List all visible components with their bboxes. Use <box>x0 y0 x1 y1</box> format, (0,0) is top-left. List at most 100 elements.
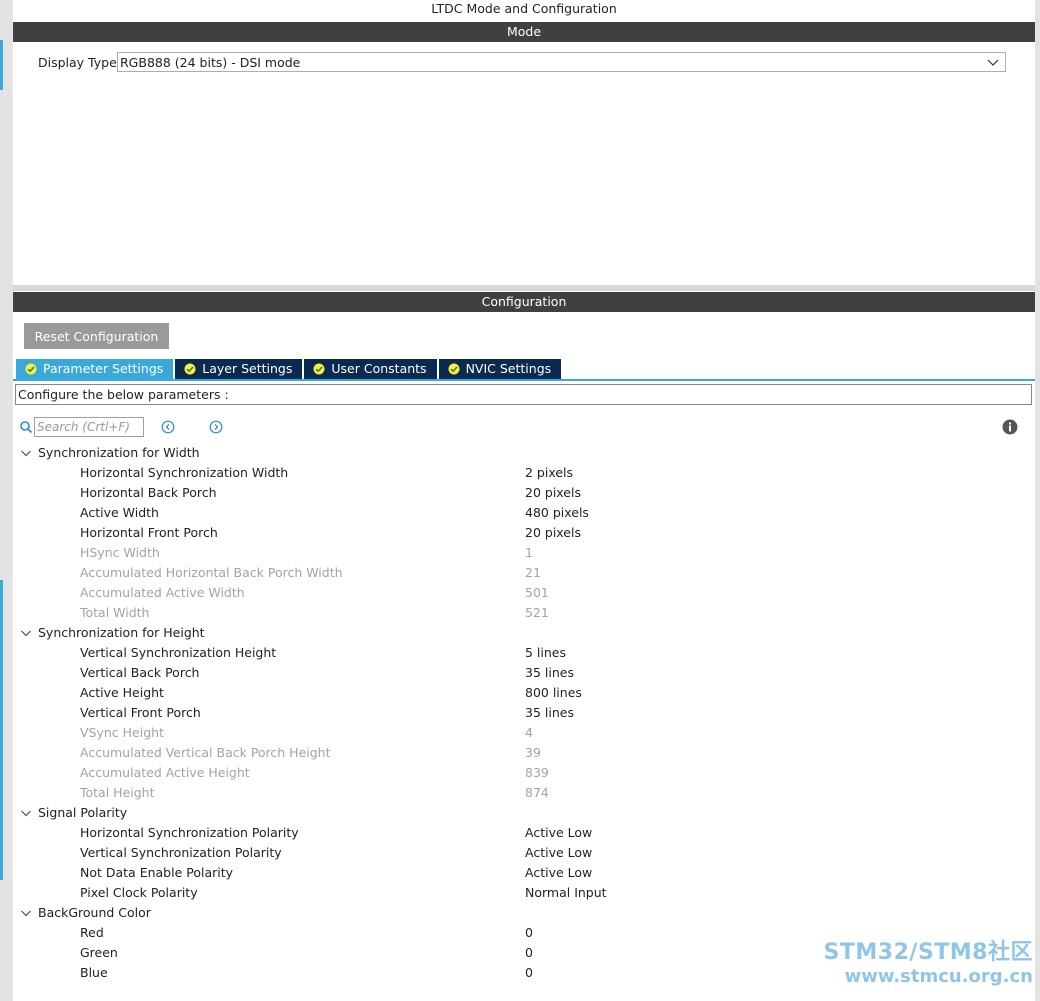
group-name: Synchronization for Width <box>38 445 200 460</box>
tab-layer-settings[interactable]: Layer Settings <box>175 359 303 379</box>
parameter-value: 501 <box>525 585 549 600</box>
left-edge-marker <box>0 580 3 880</box>
configuration-section-header: Configuration <box>13 292 1035 312</box>
parameter-value[interactable]: 0 <box>525 943 533 963</box>
right-edge-panel <box>1035 0 1040 1001</box>
parameter-name: Accumulated Horizontal Back Porch Width <box>80 565 343 580</box>
parameter-row[interactable]: Active Width 480 pixels <box>13 503 1035 523</box>
parameter-name: Green <box>80 945 118 960</box>
parameter-value[interactable]: Normal Input <box>525 883 607 903</box>
parameter-value: 39 <box>525 745 541 760</box>
parameter-name: Total Width <box>80 605 150 620</box>
parameter-value[interactable]: 480 pixels <box>525 503 589 523</box>
display-type-select[interactable]: RGB888 (24 bits) - DSI mode <box>117 52 1006 72</box>
parameter-value: 21 <box>525 565 541 580</box>
parameter-name: Red <box>80 925 104 940</box>
parameter-row: VSync Height 4 <box>13 723 1035 743</box>
chevron-down-icon[interactable] <box>20 627 32 639</box>
configuration-panel: Configuration Reset Configuration Parame… <box>13 291 1035 1001</box>
parameter-value: 4 <box>525 725 533 740</box>
parameter-row[interactable]: Horizontal Front Porch 20 pixels <box>13 523 1035 543</box>
parameter-row[interactable]: Horizontal Synchronization Width 2 pixels <box>13 463 1035 483</box>
parameter-row: Accumulated Active Width 501 <box>13 583 1035 603</box>
parameter-row[interactable]: Not Data Enable Polarity Active Low <box>13 863 1035 883</box>
parameter-row: Accumulated Active Height 839 <box>13 763 1035 783</box>
parameter-name: Pixel Clock Polarity <box>80 885 198 900</box>
parameter-row[interactable]: Vertical Front Porch 35 lines <box>13 703 1035 723</box>
check-circle-icon <box>448 363 460 375</box>
parameter-value[interactable]: 0 <box>525 963 533 983</box>
parameter-name: Vertical Front Porch <box>80 705 201 720</box>
parameter-row[interactable]: Horizontal Synchronization Polarity Activ… <box>13 823 1035 843</box>
parameter-value[interactable]: 20 pixels <box>525 483 581 503</box>
chevron-down-icon[interactable] <box>20 907 32 919</box>
parameter-row[interactable]: Horizontal Back Porch 20 pixels <box>13 483 1035 503</box>
parameter-value[interactable]: Active Low <box>525 843 592 863</box>
search-input[interactable] <box>34 417 144 437</box>
parameter-row[interactable]: Pixel Clock Polarity Normal Input <box>13 883 1035 903</box>
next-match-icon[interactable] <box>209 420 223 434</box>
group-name: BackGround Color <box>38 905 151 920</box>
group-name: Signal Polarity <box>38 805 128 820</box>
parameter-name: Active Height <box>80 685 164 700</box>
parameter-name: Accumulated Vertical Back Porch Height <box>80 745 331 760</box>
tab-underline <box>13 379 1035 381</box>
parameter-value[interactable]: 20 pixels <box>525 523 581 543</box>
parameter-name: Accumulated Active Height <box>80 765 250 780</box>
parameter-row[interactable]: Vertical Synchronization Polarity Active … <box>13 843 1035 863</box>
parameter-name: HSync Width <box>80 545 160 560</box>
parameter-name: Horizontal Synchronization Polarity <box>80 825 299 840</box>
watermark-line1: STM32/STM8社区 <box>823 940 1033 965</box>
parameter-value[interactable]: 5 lines <box>525 643 566 663</box>
parameter-name: Total Height <box>80 785 155 800</box>
group-row[interactable]: Synchronization for Height <box>13 623 1035 643</box>
chevron-down-icon[interactable] <box>20 447 32 459</box>
parameter-value[interactable]: 35 lines <box>525 663 574 683</box>
parameter-name: Horizontal Back Porch <box>80 485 217 500</box>
reset-configuration-button[interactable]: Reset Configuration <box>24 323 169 349</box>
check-circle-icon <box>313 363 325 375</box>
mode-panel: LTDC Mode and Configuration Mode Display… <box>13 0 1035 285</box>
tab-parameter-settings[interactable]: Parameter Settings <box>16 359 174 379</box>
parameter-name: Vertical Synchronization Height <box>80 645 277 660</box>
parameter-tree: Synchronization for Width Horizontal Sync… <box>13 443 1035 983</box>
parameter-value[interactable]: Active Low <box>525 863 592 883</box>
group-row[interactable]: BackGround Color <box>13 903 1035 923</box>
parameter-name: Vertical Synchronization Polarity <box>80 845 282 860</box>
configure-description: Configure the below parameters : <box>15 384 1032 405</box>
tab-label: User Constants <box>331 361 427 376</box>
parameter-value[interactable]: 35 lines <box>525 703 574 723</box>
group-row[interactable]: Synchronization for Width <box>13 443 1035 463</box>
parameter-row[interactable]: Vertical Back Porch 35 lines <box>13 663 1035 683</box>
parameter-value[interactable]: 800 lines <box>525 683 582 703</box>
tab-nvic-settings[interactable]: NVIC Settings <box>438 359 562 379</box>
parameter-name: VSync Height <box>80 725 164 740</box>
parameter-value[interactable]: 2 pixels <box>525 463 573 483</box>
watermark-line2: www.stmcu.org.cn <box>844 966 1033 987</box>
parameter-row: Total Width 521 <box>13 603 1035 623</box>
left-edge-panel <box>0 0 12 1001</box>
parameter-value[interactable]: Active Low <box>525 823 592 843</box>
check-circle-icon <box>25 363 37 375</box>
window-title: LTDC Mode and Configuration <box>431 1 617 16</box>
tab-label: Layer Settings <box>202 361 293 376</box>
group-name: Synchronization for Height <box>38 625 205 640</box>
info-icon[interactable] <box>1002 419 1018 435</box>
left-edge-marker <box>0 40 3 90</box>
chevron-down-icon[interactable] <box>20 807 32 819</box>
config-tabs: Parameter Settings Layer Settings User Con… <box>16 359 563 379</box>
check-circle-icon <box>184 363 196 375</box>
parameter-value[interactable]: 0 <box>525 923 533 943</box>
parameter-name: Accumulated Active Width <box>80 585 245 600</box>
parameter-row[interactable]: Active Height 800 lines <box>13 683 1035 703</box>
parameter-name: Vertical Back Porch <box>80 665 200 680</box>
previous-match-icon[interactable] <box>161 420 175 434</box>
parameter-row[interactable]: Vertical Synchronization Height 5 lines <box>13 643 1035 663</box>
parameter-value: 521 <box>525 605 549 620</box>
group-row[interactable]: Signal Polarity <box>13 803 1035 823</box>
display-type-label: Display Type <box>38 55 117 70</box>
tab-user-constants[interactable]: User Constants <box>304 359 437 379</box>
parameter-row: Accumulated Horizontal Back Porch Width 2… <box>13 563 1035 583</box>
parameter-value: 874 <box>525 785 549 800</box>
parameter-row: Accumulated Vertical Back Porch Height 39 <box>13 743 1035 763</box>
